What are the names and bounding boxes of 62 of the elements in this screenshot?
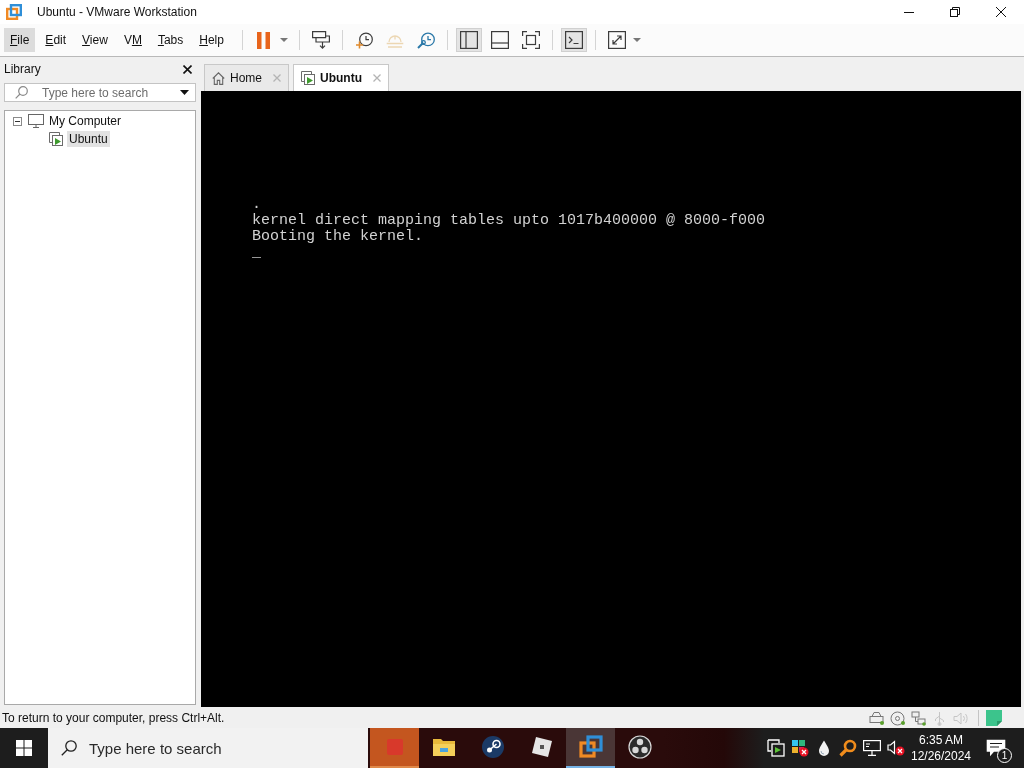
collapse-icon[interactable] — [13, 116, 22, 126]
menu-item[interactable]: File — [4, 28, 36, 52]
sidebar-layout-icon — [459, 31, 478, 49]
home-icon — [212, 71, 225, 85]
pause-icon — [257, 31, 271, 49]
bottom-panel-layout-icon — [490, 31, 509, 49]
monitor-arrow-icon — [311, 31, 330, 49]
squares-logo-icon — [578, 735, 603, 759]
caret-icon — [279, 38, 288, 42]
window-play-icon — [48, 132, 64, 146]
menu-item[interactable]: Help — [193, 28, 230, 52]
windows-logo-icon — [16, 740, 32, 756]
network-icon — [863, 740, 881, 756]
tab[interactable]: Home — [204, 64, 289, 91]
menu-item[interactable]: Tabs — [151, 28, 190, 52]
monitor-icon — [28, 114, 44, 128]
close-icon — [996, 7, 1006, 17]
tree-item[interactable]: My Computer — [47, 113, 124, 129]
terminal-icon — [564, 31, 583, 49]
menu-item[interactable]: Edit — [39, 28, 73, 52]
window-stack-icon — [767, 739, 785, 757]
console-view-button[interactable] — [560, 28, 587, 52]
note-icon[interactable] — [986, 710, 1002, 726]
caret-icon — [180, 90, 189, 95]
restore-icon — [950, 7, 960, 17]
close-icon[interactable] — [183, 64, 192, 74]
magnifier-icon — [839, 739, 857, 757]
circle-logo-icon — [480, 735, 505, 759]
panel-title: Library — [4, 62, 41, 76]
dome-icon — [385, 32, 404, 48]
window-title: Ubuntu - VMware Workstation — [37, 5, 197, 19]
notification-badge: 1 — [997, 748, 1012, 763]
fullscreen-icon — [521, 31, 540, 49]
console-line: . — [252, 197, 261, 213]
clock-button[interactable]: 6:35 AM 12/26/2024 — [908, 728, 974, 768]
clock-magnifier-icon — [416, 31, 435, 49]
notification-button[interactable]: 1 — [974, 728, 1018, 768]
console-line: _ — [252, 245, 261, 261]
console-line: Booting the kernel. — [252, 229, 424, 245]
disc-icon[interactable] — [890, 710, 906, 726]
library-toggle-button[interactable] — [455, 28, 482, 52]
caret-icon — [632, 38, 641, 42]
tree-item[interactable]: Ubuntu — [67, 131, 110, 147]
menu-item[interactable]: VM — [117, 28, 148, 52]
status-message: To return to your computer, press Ctrl+Alt. — [2, 711, 225, 725]
search-icon — [15, 86, 28, 99]
minimize-icon — [904, 11, 914, 13]
window-play-icon — [301, 71, 315, 85]
menu-item[interactable]: View — [76, 28, 114, 52]
search-icon — [61, 740, 77, 756]
console-line: kernel direct mapping tables upto 1017b400000 @ 8000-f000 — [252, 213, 766, 229]
search-field[interactable]: Type here to search — [48, 728, 368, 768]
tab[interactable]: Ubuntu — [293, 64, 389, 91]
network-icon[interactable] — [911, 710, 927, 726]
droplet-icon — [818, 740, 830, 756]
squares-logo-icon — [6, 4, 22, 20]
ring-logo-icon — [627, 735, 652, 759]
hard-disk-icon[interactable] — [869, 710, 885, 726]
grid-alert-icon — [791, 739, 809, 757]
search-field[interactable]: Type here to search — [4, 83, 196, 102]
speaker-muted-icon — [887, 740, 905, 756]
clock-plus-icon — [354, 31, 373, 49]
